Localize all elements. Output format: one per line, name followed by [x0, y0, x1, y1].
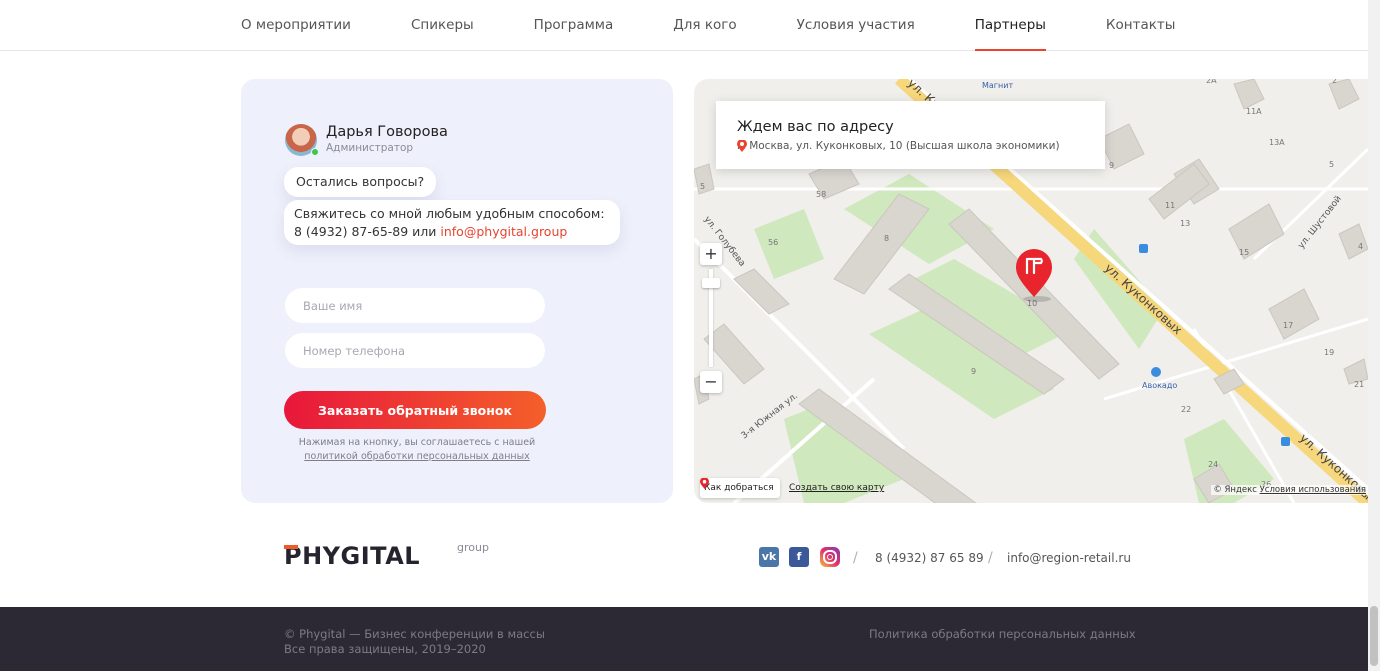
map[interactable]: ул. Куконковых ул. Куконковых ул. Ку ул.… — [694, 79, 1368, 503]
svg-text:9: 9 — [971, 367, 976, 376]
svg-text:19: 19 — [1324, 348, 1334, 357]
contact-email-link[interactable]: info@phygital.group — [440, 224, 567, 239]
svg-text:11: 11 — [1165, 201, 1175, 210]
copyright-line: © Phygital — Бизнес конференции в массы — [284, 627, 545, 641]
contact-role: Администратор — [326, 142, 414, 154]
map-terms-link[interactable]: Условия использования — [1260, 485, 1366, 495]
nav-item-speakers[interactable]: Спикеры — [411, 0, 474, 51]
footer-bottom: © Phygital — Бизнес конференции в массы … — [0, 607, 1368, 671]
question-bubble: Остались вопросы? — [284, 167, 437, 197]
address-line: г. Москва, ул. Куконковых, 10 (Высшая шк… — [737, 140, 1060, 152]
svg-text:2А: 2А — [1206, 79, 1217, 85]
nav-item-partners[interactable]: Партнеры — [974, 0, 1047, 51]
nav-item-conditions[interactable]: Условия участия — [797, 0, 915, 51]
facebook-glyph: f — [796, 550, 802, 563]
agreement-note: Нажимая на кнопку, вы соглашаетесь с наш… — [285, 436, 549, 464]
address-title: Ждем вас по адресу — [737, 119, 894, 135]
logo-group: group — [457, 541, 489, 554]
svg-text:22: 22 — [1181, 405, 1191, 414]
nav-item-program[interactable]: Программа — [534, 0, 614, 51]
zoom-slider-handle[interactable] — [702, 278, 720, 288]
rights-line: Все права защищены, 2019–2020 — [284, 642, 486, 656]
vk-icon[interactable]: vk — [759, 547, 779, 567]
poi-label-avokado: Авокадо — [1142, 381, 1177, 390]
svg-text:4: 4 — [1358, 242, 1363, 251]
map-copyright: © Яндекс Условия использования — [1211, 485, 1368, 495]
agreement-text: Нажимая на кнопку, вы соглашаетесь с наш… — [298, 437, 536, 448]
footer-email[interactable]: info@region-retail.ru — [1007, 551, 1131, 565]
route-button[interactable]: Как добраться — [700, 478, 780, 498]
map-pin-icon — [737, 140, 747, 152]
poi-label-magnit: Магнит — [982, 81, 1013, 90]
divider: / — [988, 550, 993, 566]
route-pin-icon — [700, 478, 709, 489]
svg-text:9: 9 — [1109, 161, 1114, 170]
street-label-shustovoy: ул. Шустовой — [1296, 194, 1343, 251]
privacy-policy-link[interactable]: политикой обработки персональных данных — [304, 451, 530, 462]
svg-text:58: 58 — [816, 190, 826, 199]
svg-text:11А: 11А — [1246, 107, 1262, 116]
contact-details: 8 (4932) 87-65-89 или info@phygital.grou… — [294, 223, 610, 241]
nav-item-about[interactable]: О мероприятии — [241, 0, 351, 51]
phygital-logo[interactable]: PHYGITAL group — [284, 540, 489, 570]
scrollbar-thumb[interactable] — [1370, 606, 1378, 666]
svg-text:15: 15 — [1239, 248, 1249, 257]
svg-text:13А: 13А — [1269, 138, 1285, 147]
logo-word: PHYGITAL — [284, 542, 421, 570]
callback-button[interactable]: Заказать обратный звонок — [284, 391, 546, 429]
page: О мероприятии Спикеры Программа Для кого… — [0, 0, 1380, 671]
park-area — [754, 209, 824, 279]
logo-accent — [284, 545, 298, 549]
page-scrollbar[interactable] — [1368, 0, 1380, 671]
svg-text:2: 2 — [1332, 79, 1337, 85]
contact-name: Дарья Говорова — [326, 124, 448, 140]
divider: / — [853, 550, 858, 566]
svg-text:5: 5 — [1329, 160, 1334, 169]
phone-input[interactable] — [285, 333, 545, 368]
route-label: Как добраться — [704, 483, 774, 493]
zoom-in-button[interactable]: + — [700, 243, 722, 265]
svg-text:24: 24 — [1208, 460, 1218, 469]
top-nav: О мероприятии Спикеры Программа Для кого… — [0, 0, 1368, 51]
create-map-link[interactable]: Создать свою карту — [789, 483, 884, 493]
poi-icon-bus[interactable] — [1281, 437, 1290, 446]
poi-icon-avokado[interactable] — [1151, 367, 1161, 377]
nav-items: О мероприятии Спикеры Программа Для кого… — [241, 0, 1235, 51]
contact-phone: 8 (4932) 87-65-89 или — [294, 224, 441, 239]
address-card: Ждем вас по адресу г. Москва, ул. Куконк… — [716, 101, 1105, 169]
address-text: г. Москва, ул. Куконковых, 10 (Высшая шк… — [737, 140, 1060, 152]
instagram-icon[interactable] — [820, 547, 840, 567]
nav-item-audience[interactable]: Для кого — [673, 0, 736, 51]
yandex-copyright: © Яндекс — [1213, 485, 1257, 495]
instagram-glyph — [823, 550, 837, 564]
svg-text:56: 56 — [768, 238, 778, 247]
vk-glyph: vk — [761, 550, 777, 563]
name-input[interactable] — [285, 288, 545, 323]
poi-icon-bus[interactable] — [1139, 244, 1148, 253]
svg-text:21: 21 — [1354, 380, 1364, 389]
contact-bubble: Свяжитесь со мной любым удобным способом… — [284, 200, 620, 245]
facebook-icon[interactable]: f — [789, 547, 809, 567]
contact-text: Свяжитесь со мной любым удобным способом… — [294, 206, 605, 221]
footer-phone[interactable]: 8 (4932) 87 65 89 — [875, 551, 984, 565]
nav-item-contacts[interactable]: Контакты — [1106, 0, 1175, 51]
contact-card: Дарья Говорова Администратор Остались во… — [241, 79, 673, 503]
online-status-dot — [311, 148, 319, 156]
svg-text:13: 13 — [1180, 219, 1190, 228]
footer-policy-link[interactable]: Политика обработки персональных данных — [869, 627, 1136, 641]
svg-text:8: 8 — [884, 234, 889, 243]
svg-text:5: 5 — [700, 182, 705, 191]
zoom-out-button[interactable]: − — [700, 371, 722, 393]
svg-text:17: 17 — [1283, 321, 1293, 330]
